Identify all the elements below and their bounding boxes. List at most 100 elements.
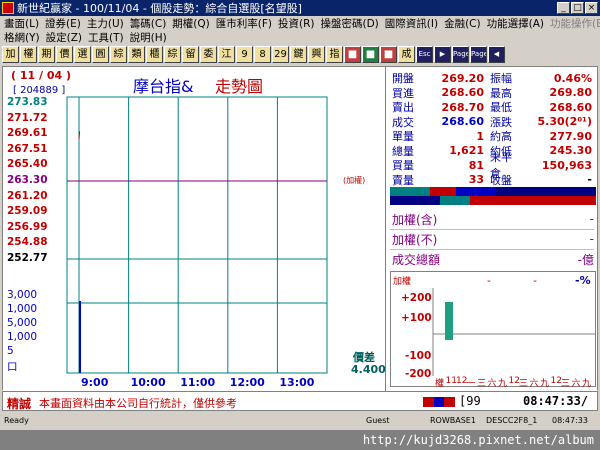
quote-value: 1,621: [449, 144, 484, 158]
menu-item[interactable]: 期權(Q): [172, 16, 209, 31]
toolbar-button[interactable]: 成: [398, 46, 415, 63]
delta-x-label: 九: [582, 379, 592, 389]
toolbar-button[interactable]: ◀: [488, 46, 505, 63]
toolbar-button[interactable]: Page: [470, 46, 487, 63]
clock: 08:47:33/: [523, 394, 589, 408]
menu-item[interactable]: 匯市利率(F): [216, 16, 272, 31]
quote-value: 150,963: [541, 158, 592, 172]
toolbar-button[interactable]: 權: [20, 46, 37, 63]
volume-tick-label: 3,000: [7, 289, 38, 301]
menu-item[interactable]: 籌碼(C): [130, 16, 167, 31]
toolbar-button[interactable]: 興: [308, 46, 325, 63]
toolbar-button[interactable]: 鍵: [290, 46, 307, 63]
menu-row-primary: 畫面(L) 證券(E) 主力(U) 籌碼(C) 期權(Q) 匯市利率(F) 投資(R) 操盤密…: [0, 16, 600, 30]
toolbar-button[interactable]: Esc: [416, 46, 433, 63]
quote-info-pane: 開盤 269.20 振幅 0.46% 買進 268.60 最高 269.80 賣出 268.70 最…: [385, 67, 597, 391]
menu-item[interactable]: 說明(H): [130, 30, 167, 45]
menu-item[interactable]: 主力(U): [87, 16, 124, 31]
toolbar-button[interactable]: 綜: [110, 46, 127, 63]
toolbar-button[interactable]: 期: [38, 46, 55, 63]
menu-item[interactable]: 操盤密碼(D): [321, 16, 379, 31]
quote-value: 268.60: [549, 100, 592, 114]
time-tick-label: 13:00: [279, 376, 315, 389]
toolbar-button[interactable]: 加: [2, 46, 19, 63]
menu-item[interactable]: 金融(C): [444, 16, 481, 31]
toolbar-button[interactable]: 江: [218, 46, 235, 63]
status-time: 08:47:33: [552, 416, 588, 425]
price-tick-label: 271.72: [7, 111, 48, 124]
volume-tick-label: 1,000: [7, 303, 38, 315]
menu-item[interactable]: 畫面(L): [4, 16, 39, 31]
toolbar-button[interactable]: ■: [362, 46, 379, 63]
menu-item[interactable]: 格網(Y): [4, 30, 40, 45]
status-user: Guest: [366, 416, 390, 425]
toolbar-button[interactable]: 留: [182, 46, 199, 63]
toolbar-button[interactable]: 櫃: [146, 46, 163, 63]
toolbar-button[interactable]: 類: [128, 46, 145, 63]
bid-ask-strip-segment: [440, 196, 470, 205]
delta-axis-label: +100: [401, 312, 432, 324]
toolbar-button[interactable]: 29: [272, 46, 289, 63]
delta-x-label: 權: [435, 379, 445, 389]
window-controls: _ □ ×: [557, 2, 598, 14]
close-button[interactable]: ×: [585, 2, 598, 14]
toolbar-button[interactable]: 價: [56, 46, 73, 63]
time-tick-label: 9:00: [81, 376, 109, 389]
status-code: DESCC2F8_1: [486, 416, 538, 425]
main-area: ( 11 / 04 ) [ 204889 ] 摩台指& 走勢圖 (加權) 273…: [2, 66, 598, 391]
chart-title-type: 走勢圖: [215, 77, 264, 96]
menu-item[interactable]: 國際資訊(I): [385, 16, 438, 31]
quote-value: 269.80: [549, 86, 592, 100]
toolbar-button[interactable]: 9: [236, 46, 253, 63]
quote-value: 5.30(2⁰¹): [537, 115, 592, 129]
toolbar-button[interactable]: 圓: [92, 46, 109, 63]
menu-item[interactable]: 投資(R): [278, 16, 315, 31]
toolbar-button[interactable]: ■: [380, 46, 397, 63]
title-bar: 新世紀贏家 - 100/11/04 - 個股走勢：綜合自選股[名望股] _ □ …: [0, 0, 600, 16]
weighted-row: 成交總額 -億: [392, 249, 594, 269]
window-title: 新世紀贏家 - 100/11/04 - 個股走勢：綜合自選股[名望股]: [17, 2, 302, 15]
menu-item[interactable]: 證券(E): [45, 16, 81, 31]
bid-ask-strip-segment: [496, 187, 596, 196]
menu-item[interactable]: 功能選擇(A): [487, 16, 544, 31]
volume-tick-label: 1,000: [7, 331, 38, 343]
minimize-button[interactable]: _: [557, 2, 570, 14]
weighted-value: -: [589, 212, 594, 226]
weighted-label: 成交總額: [392, 252, 441, 267]
menu-item[interactable]: 設定(Z): [46, 30, 82, 45]
bid-ask-strip-segment: [390, 196, 440, 205]
menu-item[interactable]: 工具(T): [88, 30, 124, 45]
toolbar-button[interactable]: 綜: [164, 46, 181, 63]
toolbar-button[interactable]: ▶: [434, 46, 451, 63]
bid-ask-strip: [390, 187, 596, 205]
bid-ask-strip-segment: [390, 187, 430, 196]
delta-x-label: 九: [540, 379, 550, 389]
price-series-line: [78, 131, 81, 139]
quote-value: 277.90: [549, 129, 592, 143]
quote-value: 33: [468, 173, 484, 187]
menu-item[interactable]: 功能操作(B): [550, 16, 600, 31]
maximize-button[interactable]: □: [571, 2, 584, 14]
volume-tick-label: 口: [7, 361, 18, 373]
delta-axis-label: -200: [405, 368, 432, 380]
bid-ask-strip-segment: [456, 187, 496, 196]
quote-row: 買量 81 未平倉 150,963: [392, 151, 598, 180]
toolbar-button[interactable]: ■: [344, 46, 361, 63]
toolbar-button[interactable]: 委: [200, 46, 217, 63]
volume-tick-label: 5,000: [7, 317, 38, 329]
delta-x-label: 三: [561, 379, 571, 389]
brand-label: 精誠: [7, 397, 32, 411]
toolbar-button[interactable]: 指: [326, 46, 343, 63]
status-server: ROWBASE1: [430, 416, 476, 425]
toolbar-button[interactable]: Page: [452, 46, 469, 63]
price-tick-label: 263.30: [7, 174, 48, 186]
toolbar-button[interactable]: 選: [74, 46, 91, 63]
page-counter: [99: [459, 394, 481, 408]
toolbar-button[interactable]: 8: [254, 46, 271, 63]
delta-value-2: -: [533, 274, 537, 287]
time-tick-label: 10:00: [130, 376, 166, 389]
plot-frame: [66, 96, 328, 374]
delta-x-label: 六: [571, 379, 581, 389]
price-tick-label: 254.88: [7, 236, 48, 249]
delta-header: 加權: [393, 277, 412, 287]
